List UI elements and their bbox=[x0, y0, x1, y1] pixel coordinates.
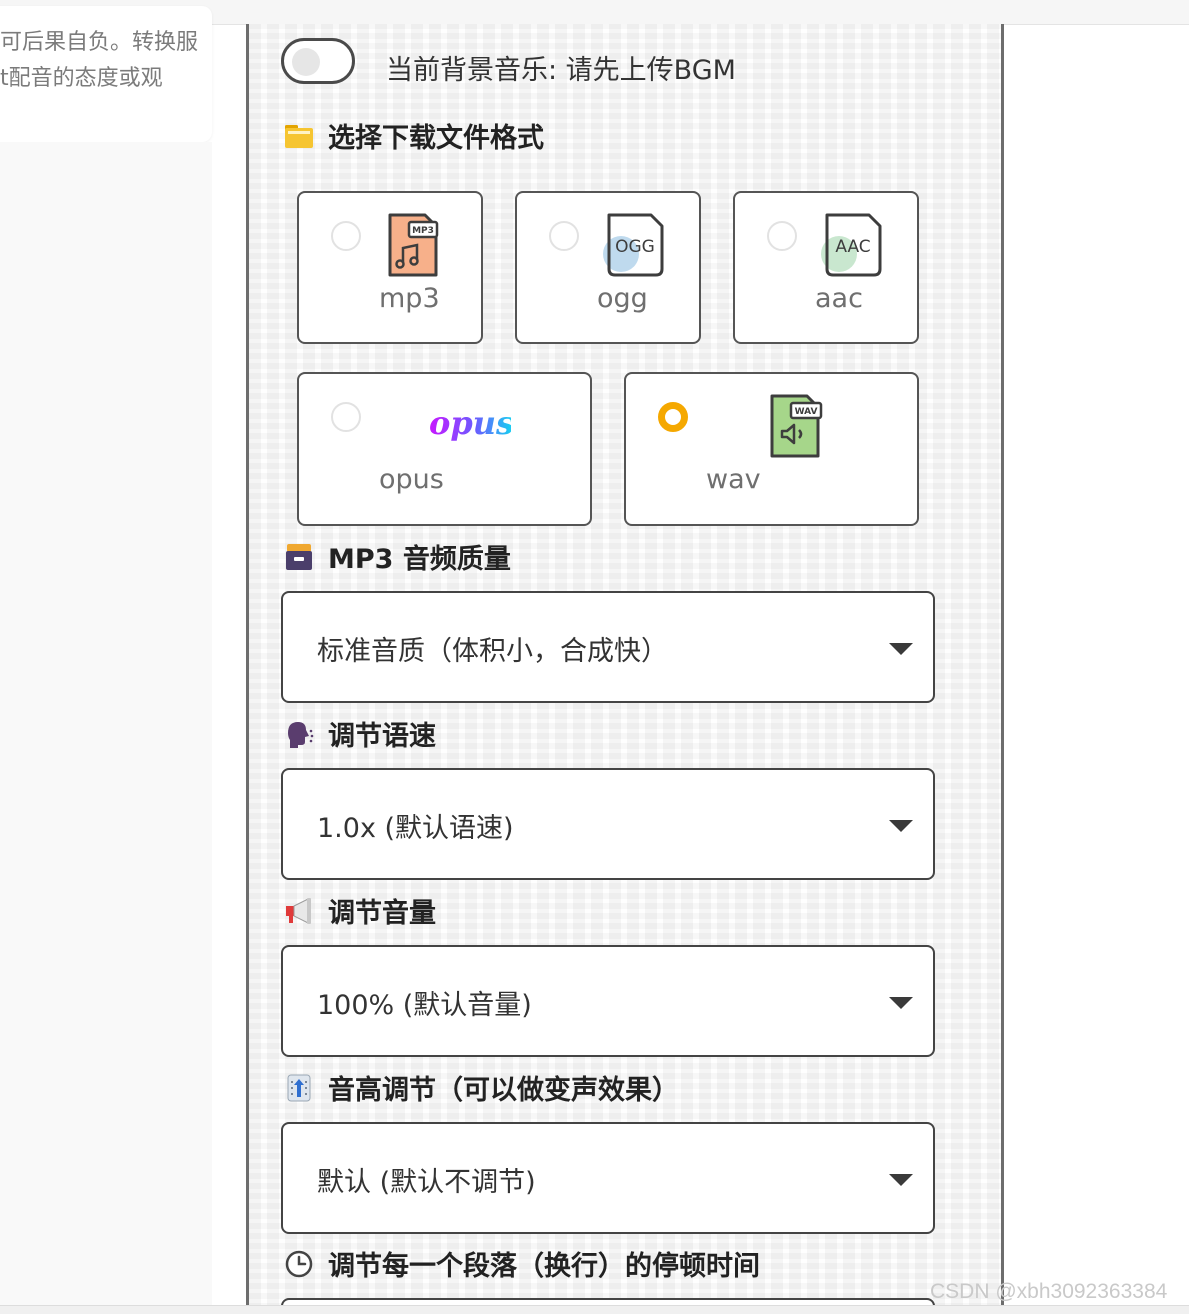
card-file-box-icon bbox=[284, 542, 314, 572]
format-radio-mp3[interactable] bbox=[331, 221, 361, 251]
pitch-title: 音高调节（可以做变声效果） bbox=[328, 1075, 679, 1106]
volume-select[interactable]: 100% (默认音量) bbox=[281, 945, 935, 1057]
pitch-value: 默认 (默认不调节) bbox=[317, 1167, 536, 1198]
mp3-quality-select[interactable]: 标准音质（体积小，合成快） bbox=[281, 591, 935, 703]
settings-panel: 当前背景音乐: 请先上传BGM 选择下载文件格式 MP3 mp3 OGG ogg… bbox=[246, 24, 1004, 1313]
format-option-mp3[interactable]: MP3 mp3 bbox=[297, 191, 483, 344]
format-option-opus[interactable]: opus opus bbox=[297, 372, 592, 526]
pitch-select[interactable]: 默认 (默认不调节) bbox=[281, 1122, 935, 1234]
left-info-card: 可后果自负。转换服 t配音的态度或观 bbox=[0, 6, 212, 142]
opus-logo-text: opus bbox=[429, 404, 511, 442]
pause-heading: 调节每一个段落（换行）的停顿时间 bbox=[284, 1244, 760, 1283]
mp3-quality-heading: MP3 音频质量 bbox=[284, 537, 511, 576]
mp3-badge-text: MP3 bbox=[412, 226, 434, 236]
speaking-head-icon bbox=[284, 719, 314, 749]
format-radio-wav[interactable] bbox=[658, 402, 688, 432]
wav-badge-text: WAV bbox=[795, 407, 818, 417]
ogg-file-icon: OGG bbox=[601, 212, 665, 282]
volume-heading: 调节音量 bbox=[284, 891, 436, 930]
mp3-quality-value: 标准音质（体积小，合成快） bbox=[317, 636, 668, 667]
format-option-wav[interactable]: WAV wav bbox=[624, 372, 919, 526]
left-card-text-line-1: 可后果自负。转换服 bbox=[0, 30, 199, 55]
format-label-opus: opus bbox=[379, 464, 444, 495]
format-label-ogg: ogg bbox=[597, 283, 648, 314]
chevron-down-icon bbox=[889, 820, 913, 832]
wav-file-icon: WAV bbox=[769, 393, 823, 463]
folder-icon bbox=[284, 121, 314, 151]
speed-value: 1.0x (默认语速) bbox=[317, 813, 514, 844]
chevron-down-icon bbox=[889, 643, 913, 655]
format-label-mp3: mp3 bbox=[379, 283, 440, 314]
speed-select[interactable]: 1.0x (默认语速) bbox=[281, 768, 935, 880]
watermark-text: CSDN @xbh3092363384 bbox=[930, 1280, 1168, 1303]
mp3-file-icon: MP3 bbox=[387, 212, 439, 282]
chevron-down-icon bbox=[889, 1174, 913, 1186]
format-radio-opus[interactable] bbox=[331, 402, 361, 432]
bgm-status-label: 当前背景音乐: 请先上传BGM bbox=[386, 55, 736, 86]
pitch-heading: 音高调节（可以做变声效果） bbox=[284, 1068, 679, 1107]
volume-value: 100% (默认音量) bbox=[317, 990, 532, 1021]
opus-logo-icon: opus bbox=[427, 404, 514, 448]
aac-file-icon: AAC bbox=[819, 212, 883, 282]
ogg-badge-text: OGG bbox=[615, 237, 655, 257]
download-format-heading: 选择下载文件格式 bbox=[284, 116, 544, 155]
format-radio-aac[interactable] bbox=[767, 221, 797, 251]
chevron-down-icon bbox=[889, 997, 913, 1009]
download-format-title: 选择下载文件格式 bbox=[328, 123, 544, 154]
megaphone-icon bbox=[284, 896, 314, 926]
format-option-aac[interactable]: AAC aac bbox=[733, 191, 919, 344]
toggle-knob bbox=[292, 48, 320, 76]
format-label-aac: aac bbox=[815, 283, 863, 314]
bgm-toggle[interactable] bbox=[281, 38, 355, 84]
left-column-background bbox=[0, 142, 212, 1313]
aac-badge-text: AAC bbox=[835, 237, 870, 257]
pitch-slider-icon bbox=[284, 1073, 314, 1103]
format-option-ogg[interactable]: OGG ogg bbox=[515, 191, 701, 344]
mp3-quality-title: MP3 音频质量 bbox=[328, 544, 511, 575]
volume-title: 调节音量 bbox=[328, 898, 436, 929]
format-radio-ogg[interactable] bbox=[549, 221, 579, 251]
format-label-wav: wav bbox=[706, 464, 761, 495]
speed-title: 调节语速 bbox=[328, 721, 436, 752]
left-card-text-line-2: t配音的态度或观 bbox=[0, 66, 163, 91]
speed-heading: 调节语速 bbox=[284, 714, 436, 753]
clock-icon bbox=[284, 1249, 314, 1279]
pause-title: 调节每一个段落（换行）的停顿时间 bbox=[328, 1251, 760, 1282]
